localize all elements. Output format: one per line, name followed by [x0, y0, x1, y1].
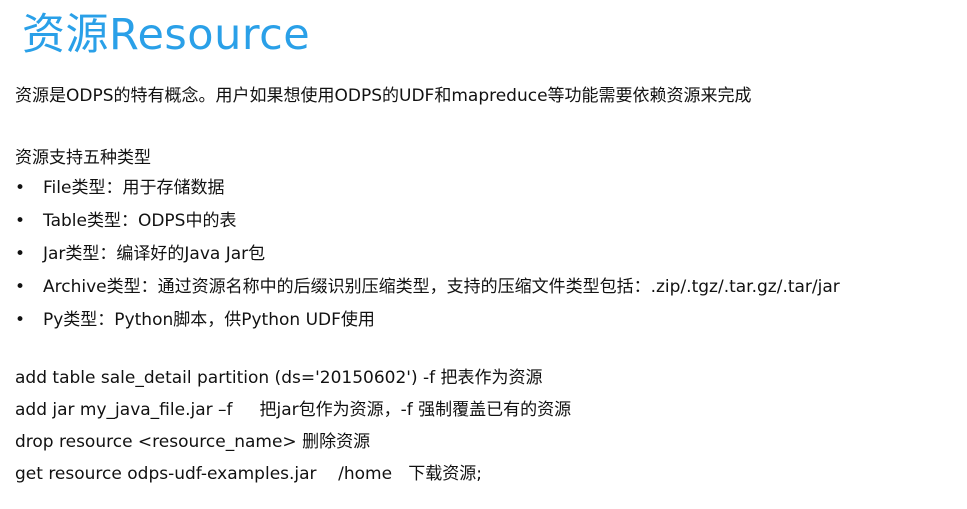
- command-get-resource: get resource odps-udf-examples.jar /home…: [15, 464, 483, 484]
- resource-type-label: File类型：用于存储数据: [43, 178, 225, 198]
- command-drop-resource: drop resource <resource_name> 删除资源: [15, 432, 371, 452]
- bullet-icon: •: [15, 178, 26, 198]
- resource-types-list: • File类型：用于存储数据 • Table类型：ODPS中的表 • Jar类型：编…: [15, 176, 840, 341]
- resource-type-label: Py类型：Python脚本，供Python UDF使用: [43, 310, 375, 330]
- bullet-icon: •: [15, 244, 26, 264]
- resource-type-file: • File类型：用于存储数据: [15, 176, 840, 200]
- bullet-icon: •: [15, 310, 26, 330]
- slide: 资源Resource 资源是ODPS的特有概念。用户如果想使用ODPS的UDF和…: [0, 0, 967, 509]
- resource-type-label: Archive类型：通过资源名称中的后缀识别压缩类型，支持的压缩文件类型包括：.…: [43, 277, 840, 297]
- resource-type-jar: • Jar类型：编译好的Java Jar包: [15, 242, 840, 266]
- resource-type-label: Table类型：ODPS中的表: [43, 211, 237, 231]
- resource-type-archive: • Archive类型：通过资源名称中的后缀识别压缩类型，支持的压缩文件类型包括：…: [15, 275, 840, 299]
- command-add-jar: add jar my_java_file.jar –f 把jar包作为资源，-f…: [15, 400, 572, 420]
- command-add-table: add table sale_detail partition (ds='201…: [15, 368, 543, 388]
- slide-title: 资源Resource: [22, 10, 311, 60]
- resource-types-heading: 资源支持五种类型: [15, 148, 151, 168]
- resource-type-label: Jar类型：编译好的Java Jar包: [43, 244, 266, 264]
- resource-type-py: • Py类型：Python脚本，供Python UDF使用: [15, 308, 840, 332]
- bullet-icon: •: [15, 277, 26, 297]
- resource-type-table: • Table类型：ODPS中的表: [15, 209, 840, 233]
- command-examples: add table sale_detail partition (ds='201…: [15, 366, 571, 494]
- bullet-icon: •: [15, 211, 26, 231]
- intro-paragraph: 资源是ODPS的特有概念。用户如果想使用ODPS的UDF和mapreduce等功…: [15, 86, 752, 106]
